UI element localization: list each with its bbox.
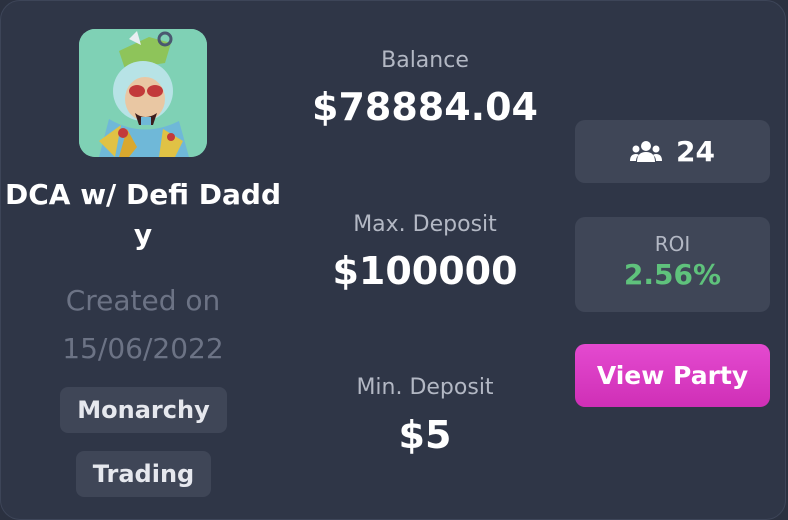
members-count-box: 24 xyxy=(575,120,770,183)
max-deposit-value: $100000 xyxy=(332,249,518,293)
roi-box: ROI 2.56% xyxy=(575,217,770,312)
max-deposit-label: Max. Deposit xyxy=(353,212,497,237)
roi-label: ROI xyxy=(654,232,691,256)
tag-trading: Trading xyxy=(76,451,211,497)
min-deposit-value: $5 xyxy=(398,413,452,457)
min-deposit-label: Min. Deposit xyxy=(356,375,494,400)
view-party-button[interactable]: View Party xyxy=(575,344,770,407)
ape-avatar-image xyxy=(79,29,207,157)
balance-label: Balance xyxy=(381,48,469,73)
users-icon xyxy=(630,140,663,162)
roi-value: 2.56% xyxy=(623,258,722,291)
tag-monarchy: Monarchy xyxy=(60,387,227,433)
members-count: 24 xyxy=(676,135,715,168)
party-card: DCA w/ Defi Daddy Created on 15/06/2022 … xyxy=(0,0,786,520)
party-avatar xyxy=(79,29,207,157)
balance-value: $78884.04 xyxy=(312,85,538,129)
party-name: DCA w/ Defi Daddy xyxy=(4,178,281,251)
created-date: Created on 15/06/2022 xyxy=(62,284,224,365)
